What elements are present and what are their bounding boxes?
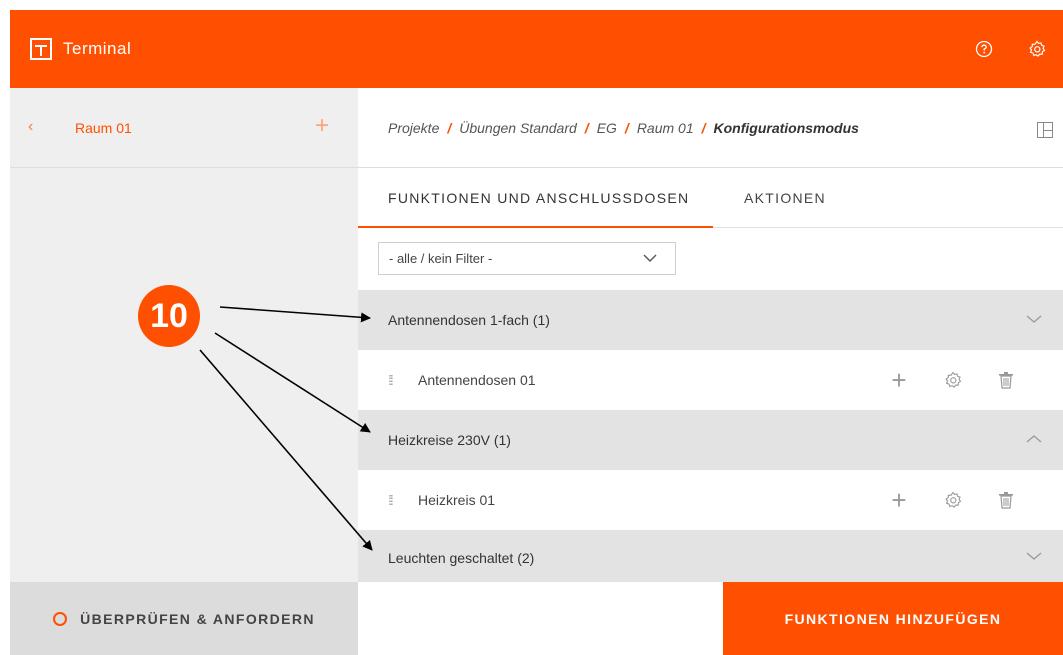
trash-icon[interactable] (995, 489, 1017, 511)
breadcrumb-separator: / (447, 119, 452, 136)
annotation-badge: 10 (138, 285, 200, 347)
sidebar: ‹ Raum 01 + ÜBERPRÜFEN & ANFORDERN (10, 88, 358, 655)
add-functions-button[interactable]: FUNKTIONEN HINZUFÜGEN (723, 582, 1063, 655)
item-label: Antennendosen 01 (418, 372, 536, 388)
list-item[interactable]: ⁞⁞ Antennendosen 01 + (358, 350, 1063, 410)
breadcrumb-separator: / (584, 119, 589, 136)
breadcrumb-item-current: Konfigurationsmodus (713, 119, 859, 136)
breadcrumb-separator: / (624, 119, 629, 136)
gear-icon[interactable] (1027, 39, 1047, 59)
tab-bar: FUNKTIONEN UND ANSCHLUSSDOSEN AKTIONEN (358, 168, 1063, 228)
add-functions-label: FUNKTIONEN HINZUFÜGEN (784, 610, 1002, 627)
add-room-icon[interactable]: + (315, 114, 329, 138)
breadcrumb-item-projekte[interactable]: Projekte (388, 120, 439, 136)
tab-aktionen[interactable]: AKTIONEN (744, 190, 826, 206)
app-name: Terminal (63, 39, 132, 58)
circle-status-icon (53, 611, 68, 626)
chevron-up-icon[interactable] (1026, 431, 1042, 449)
gear-icon[interactable] (942, 489, 964, 511)
trash-icon[interactable] (995, 369, 1017, 391)
add-icon[interactable]: + (888, 365, 910, 395)
check-request-label: ÜBERPRÜFEN & ANFORDERN (80, 610, 315, 627)
drag-handle-icon[interactable]: ⁞⁞ (388, 372, 394, 388)
drag-handle-icon[interactable]: ⁞⁞ (388, 492, 394, 508)
chevron-down-icon[interactable] (1026, 548, 1042, 566)
group-row[interactable]: Leuchten geschaltet (2) (358, 530, 1063, 582)
app-logo[interactable]: Terminal (30, 32, 131, 66)
check-request-button[interactable]: ÜBERPRÜFEN & ANFORDERN (10, 582, 358, 655)
group-row[interactable]: Antennendosen 1-fach (1) (358, 290, 1063, 350)
breadcrumb: Projekte / Übungen Standard / EG / Raum … (358, 88, 1063, 168)
chevron-left-icon[interactable]: ‹ (28, 118, 33, 136)
group-label: Antennendosen 1-fach (1) (388, 312, 550, 328)
group-row[interactable]: Heizkreise 230V (1) (358, 410, 1063, 470)
chevron-down-icon[interactable] (1026, 311, 1042, 329)
main-panel: Projekte / Übungen Standard / EG / Raum … (358, 88, 1063, 655)
gear-icon[interactable] (942, 369, 964, 391)
add-icon[interactable]: + (888, 485, 910, 515)
filter-select[interactable]: - alle / kein Filter - (378, 242, 676, 275)
list-item[interactable]: ⁞⁞ Heizkreis 01 + (358, 470, 1063, 530)
filter-value: - alle / kein Filter - (389, 251, 493, 266)
tab-funktionen[interactable]: FUNKTIONEN UND ANSCHLUSSDOSEN (388, 190, 689, 206)
group-label: Leuchten geschaltet (2) (388, 550, 535, 566)
chevron-down-icon (643, 250, 657, 266)
group-label: Heizkreise 230V (1) (388, 432, 511, 448)
breadcrumb-item-uebungen[interactable]: Übungen Standard (459, 120, 577, 136)
terminal-logo-icon (30, 38, 52, 60)
breadcrumb-separator: / (701, 119, 706, 136)
help-circle-icon[interactable] (974, 39, 994, 59)
item-label: Heizkreis 01 (418, 492, 496, 508)
filter-area: - alle / kein Filter - (358, 228, 1063, 290)
breadcrumb-item-eg[interactable]: EG (597, 120, 617, 136)
breadcrumb-item-raum[interactable]: Raum 01 (637, 120, 694, 136)
sidebar-room-title[interactable]: Raum 01 (75, 120, 132, 136)
sidebar-header: ‹ Raum 01 + (10, 88, 358, 168)
app-header: Terminal (10, 10, 1063, 88)
layout-grid-icon[interactable] (1037, 122, 1053, 138)
